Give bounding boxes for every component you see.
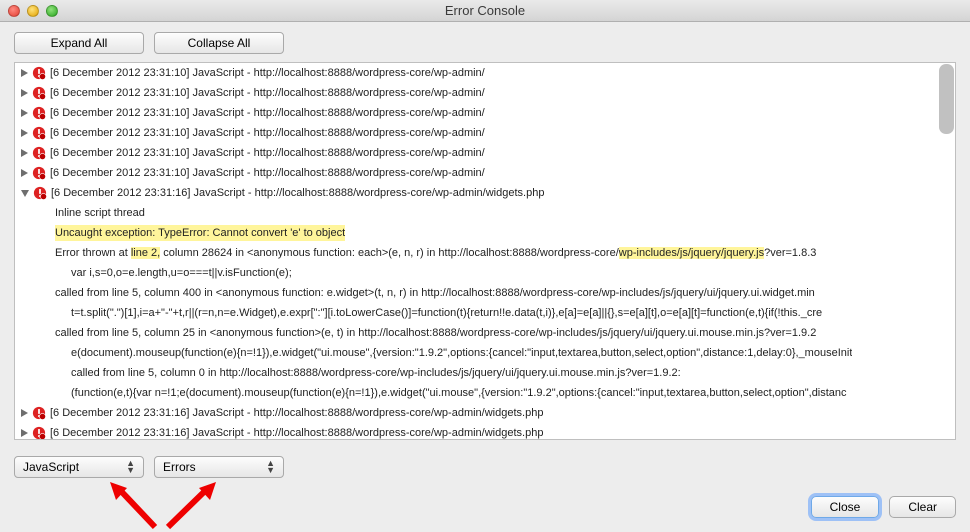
error-row-text: [6 December 2012 23:31:16] JavaScript - … — [51, 185, 544, 201]
collapse-all-button[interactable]: Collapse All — [154, 32, 284, 54]
traffic-lights — [0, 5, 58, 17]
error-row[interactable]: [6 December 2012 23:31:10] JavaScript - … — [15, 123, 955, 143]
error-icon — [32, 126, 46, 140]
error-row-text: [6 December 2012 23:31:10] JavaScript - … — [50, 165, 485, 181]
error-list: [6 December 2012 23:31:10] JavaScript - … — [14, 62, 956, 440]
error-row[interactable]: [6 December 2012 23:31:16] JavaScript - … — [15, 403, 955, 423]
error-row-text: [6 December 2012 23:31:10] JavaScript - … — [50, 85, 485, 101]
filter-selects: JavaScript ▲▼ Errors ▲▼ — [14, 456, 284, 478]
disclosure-triangle-icon[interactable] — [21, 149, 28, 157]
error-row[interactable]: [6 December 2012 23:31:10] JavaScript - … — [15, 163, 955, 183]
error-icon — [32, 86, 46, 100]
error-source-line: t=t.split(".")[1],i=a+"-"+t,r||(r=n,n=e.… — [15, 303, 955, 323]
error-stack-frame: called from line 5, column 25 in <anonym… — [15, 323, 955, 343]
error-row-text: [6 December 2012 23:31:10] JavaScript - … — [50, 145, 485, 161]
error-icon — [32, 406, 46, 420]
error-icon — [32, 426, 46, 439]
error-icon — [32, 146, 46, 160]
updown-icon: ▲▼ — [126, 460, 135, 474]
error-row[interactable]: [6 December 2012 23:31:10] JavaScript - … — [15, 103, 955, 123]
type-filter-value: Errors — [163, 460, 196, 474]
error-icon — [32, 106, 46, 120]
disclosure-triangle-icon[interactable] — [21, 409, 28, 417]
error-icon — [32, 66, 46, 80]
disclosure-triangle-icon[interactable] — [21, 429, 28, 437]
titlebar: Error Console — [0, 0, 970, 22]
error-stack-frame: called from line 5, column 400 in <anony… — [15, 283, 955, 303]
error-source-line: var i,s=0,o=e.length,u=o===t||v.isFuncti… — [15, 263, 955, 283]
zoom-window-icon[interactable] — [46, 5, 58, 17]
language-filter-value: JavaScript — [23, 460, 79, 474]
error-list-scroll[interactable]: [6 December 2012 23:31:10] JavaScript - … — [15, 63, 955, 439]
toolbar: Expand All Collapse All — [0, 22, 970, 62]
expand-all-button[interactable]: Expand All — [14, 32, 144, 54]
error-stack-frame: called from line 5, column 0 in http://l… — [15, 363, 955, 383]
disclosure-triangle-icon[interactable] — [21, 190, 29, 197]
error-source-line: e(document).mouseup(function(e){n=!1}),e… — [15, 343, 955, 363]
disclosure-triangle-icon[interactable] — [21, 109, 28, 117]
error-row[interactable]: [6 December 2012 23:31:10] JavaScript - … — [15, 63, 955, 83]
close-window-icon[interactable] — [8, 5, 20, 17]
close-button[interactable]: Close — [811, 496, 880, 518]
scrollbar-thumb[interactable] — [939, 64, 954, 134]
error-row-text: [6 December 2012 23:31:10] JavaScript - … — [50, 125, 485, 141]
language-filter-select[interactable]: JavaScript ▲▼ — [14, 456, 144, 478]
error-row-expanded[interactable]: [6 December 2012 23:31:16] JavaScript - … — [15, 183, 955, 203]
clear-button[interactable]: Clear — [889, 496, 956, 518]
updown-icon: ▲▼ — [266, 460, 275, 474]
footer: JavaScript ▲▼ Errors ▲▼ Close Clear — [0, 444, 970, 532]
disclosure-triangle-icon[interactable] — [21, 89, 28, 97]
error-icon — [33, 186, 47, 200]
error-thrown-at: Error thrown at line 2, column 28624 in … — [15, 243, 955, 263]
error-row-text: [6 December 2012 23:31:10] JavaScript - … — [50, 65, 485, 81]
disclosure-triangle-icon[interactable] — [21, 169, 28, 177]
minimize-window-icon[interactable] — [27, 5, 39, 17]
disclosure-triangle-icon[interactable] — [21, 69, 28, 77]
disclosure-triangle-icon[interactable] — [21, 129, 28, 137]
error-row[interactable]: [6 December 2012 23:31:16] JavaScript - … — [15, 423, 955, 439]
error-exception: Uncaught exception: TypeError: Cannot co… — [15, 223, 955, 243]
error-row-text: [6 December 2012 23:31:10] JavaScript - … — [50, 105, 485, 121]
footer-buttons: Close Clear — [811, 496, 956, 518]
error-row[interactable]: [6 December 2012 23:31:10] JavaScript - … — [15, 83, 955, 103]
error-source-line: (function(e,t){var n=!1;e(document).mous… — [15, 383, 955, 403]
type-filter-select[interactable]: Errors ▲▼ — [154, 456, 284, 478]
error-row[interactable]: [6 December 2012 23:31:10] JavaScript - … — [15, 143, 955, 163]
error-detail: Inline script thread — [15, 203, 955, 223]
error-row-text: [6 December 2012 23:31:16] JavaScript - … — [50, 425, 543, 439]
error-row-text: [6 December 2012 23:31:16] JavaScript - … — [50, 405, 543, 421]
error-icon — [32, 166, 46, 180]
window-title: Error Console — [0, 3, 970, 18]
